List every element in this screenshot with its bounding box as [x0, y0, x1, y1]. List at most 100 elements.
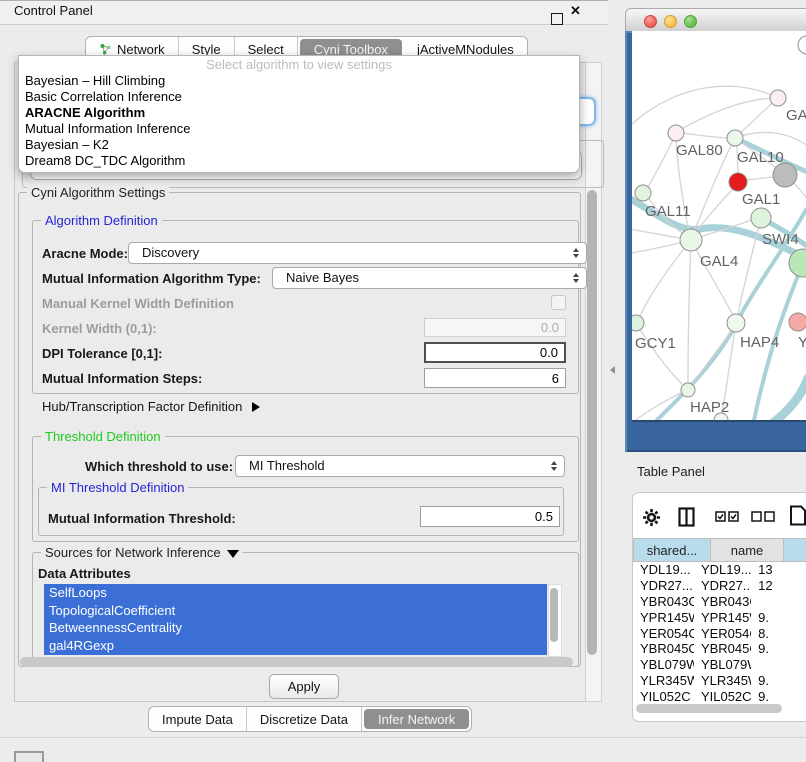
table-row[interactable]: YDR27...YDR27...12: [633, 578, 806, 594]
attribute-item-topologicalcoefficient[interactable]: TopologicalCoefficient: [44, 602, 547, 620]
horizontal-scrollbar-thumb[interactable]: [20, 657, 573, 667]
mi-type-value: Naive Bayes: [286, 270, 359, 285]
zoom-traffic-light-icon[interactable]: [684, 15, 697, 28]
table-cell: YLR345W: [694, 673, 751, 688]
network-edge: [684, 133, 727, 138]
function-builder-icon[interactable]: [789, 505, 806, 526]
float-panel-icon[interactable]: [551, 13, 563, 25]
network-node[interactable]: [751, 208, 771, 228]
network-window-titlebar[interactable]: [625, 8, 806, 33]
attribute-item-betweennesscentrality[interactable]: BetweennessCentrality: [44, 619, 547, 637]
network-edge: [692, 323, 736, 384]
aracne-mode-value: Discovery: [142, 245, 199, 260]
mi-threshold-field[interactable]: [420, 506, 560, 527]
network-node-label: GCY1: [635, 335, 676, 352]
table-cell: YER054C: [633, 626, 694, 641]
unchecked-checkboxes-icon[interactable]: [751, 511, 775, 522]
table-cell: YBR043C: [694, 594, 751, 609]
algorithm-option-bayesian-k2[interactable]: Bayesian – K2: [19, 137, 579, 153]
table-row[interactable]: YBL079WYBL079W: [633, 657, 806, 673]
network-node[interactable]: [635, 185, 651, 201]
algorithm-option-mutual-information-inference[interactable]: Mutual Information Inference: [19, 121, 579, 137]
algorithm-dropdown-prompt: Select algorithm to view settings: [19, 56, 579, 73]
sources-title[interactable]: Sources for Network Inference: [41, 545, 243, 560]
gear-icon[interactable]: [642, 508, 661, 527]
network-node[interactable]: [770, 90, 786, 106]
table-cell: YPR145W: [694, 610, 751, 625]
algorithm-option-aracne-algorithm[interactable]: ARACNE Algorithm: [19, 105, 579, 121]
table-row[interactable]: YPR145WYPR145W9.: [633, 609, 806, 625]
mi-threshold-label: Mutual Information Threshold:: [48, 511, 236, 526]
network-node[interactable]: [681, 383, 695, 397]
table-row[interactable]: YBR045CYBR045C9.: [633, 641, 806, 657]
algorithm-definition-title: Algorithm Definition: [41, 213, 162, 228]
table-cell: 12: [751, 578, 806, 593]
table-panel-title: Table Panel: [637, 464, 705, 479]
algorithm-option-bayesian-hill-climbing[interactable]: Bayesian – Hill Climbing: [19, 73, 579, 89]
network-node[interactable]: [789, 313, 806, 331]
close-traffic-light-icon[interactable]: [644, 15, 657, 28]
algorithm-option-dream8-dc-tdc-algorithm[interactable]: Dream8 DC_TDC Algorithm: [19, 153, 579, 169]
tab-label: Discretize Data: [260, 712, 348, 727]
tab-discretize-data[interactable]: Discretize Data: [247, 707, 362, 731]
network-node[interactable]: [632, 315, 644, 331]
attribute-item-gal4rgexp[interactable]: gal4RGexp: [44, 637, 547, 655]
table-cell: YDL19...: [633, 562, 694, 577]
network-node[interactable]: [668, 125, 684, 141]
network-node[interactable]: [798, 36, 806, 54]
table-row[interactable]: YLR345WYLR345W9.: [633, 673, 806, 689]
table-header-row: shared...nameA: [633, 538, 806, 562]
mi-type-combo[interactable]: Naive Bayes: [272, 267, 587, 289]
mi-steps-field[interactable]: [424, 368, 566, 388]
manual-kernel-checkbox[interactable]: [551, 295, 566, 310]
aracne-mode-combo[interactable]: Discovery: [128, 242, 587, 264]
tab-infer-network[interactable]: Infer Network: [364, 709, 469, 729]
table-row[interactable]: YIL052CYIL052C9.: [633, 688, 806, 704]
table-cell: YDR27...: [694, 578, 751, 593]
network-node-label: GAL80: [676, 142, 723, 159]
algorithm-dropdown-popup: Select algorithm to view settings Bayesi…: [18, 55, 580, 173]
table-cell: YBR045C: [694, 641, 751, 656]
kernel-width-field[interactable]: [424, 318, 566, 337]
network-edge: [648, 133, 676, 187]
network-edge: [760, 378, 806, 420]
network-node[interactable]: [680, 229, 702, 251]
network-node-label: Y: [798, 334, 806, 351]
vertical-scrollbar-thumb[interactable]: [587, 190, 597, 655]
minimize-traffic-light-icon[interactable]: [664, 15, 677, 28]
network-node-label: GAL11: [645, 203, 691, 220]
list-scrollbar-thumb[interactable]: [550, 588, 558, 642]
split-collapse-handle-icon[interactable]: [610, 366, 615, 374]
attribute-item-selfloops[interactable]: SelfLoops: [44, 584, 547, 602]
column-header-shared[interactable]: shared...: [633, 538, 711, 562]
network-node[interactable]: [727, 130, 743, 146]
column-header-name[interactable]: name: [711, 538, 784, 562]
data-attributes-list[interactable]: SelfLoopsTopologicalCoefficientBetweenne…: [44, 584, 547, 655]
network-window-frame: GALGAL80GAL10GAL1GAL11SWI4GAL4GCY1HAP4YH…: [625, 31, 806, 452]
table-cell: YER054C: [694, 626, 751, 641]
tab-impute-data[interactable]: Impute Data: [149, 707, 247, 731]
network-node[interactable]: [773, 163, 797, 187]
minimized-panel-icon[interactable]: [14, 751, 44, 762]
columns-icon[interactable]: [678, 507, 695, 527]
network-node[interactable]: [727, 314, 745, 332]
which-threshold-combo[interactable]: MI Threshold: [235, 455, 565, 477]
table-row[interactable]: YDL19...YDL19...13: [633, 562, 806, 578]
table-cell: YBR045C: [633, 641, 694, 656]
close-icon[interactable]: ✕: [570, 3, 581, 19]
network-canvas[interactable]: GALGAL80GAL10GAL1GAL11SWI4GAL4GCY1HAP4YH…: [632, 31, 806, 422]
column-header-a[interactable]: A: [784, 538, 806, 562]
network-node[interactable]: [729, 173, 747, 191]
checked-checkboxes-icon[interactable]: [715, 511, 739, 522]
table-cell: 9.: [751, 641, 806, 656]
hub-factor-expander[interactable]: Hub/Transcription Factor Definition: [42, 399, 260, 414]
table-horizontal-scrollbar[interactable]: [636, 704, 782, 713]
divider: [0, 737, 806, 738]
table-row[interactable]: YBR043CYBR043C: [633, 594, 806, 610]
dpi-tolerance-field[interactable]: [424, 342, 566, 363]
algorithm-option-basic-correlation-inference[interactable]: Basic Correlation Inference: [19, 89, 579, 105]
table-row[interactable]: YER054CYER054C8.: [633, 625, 806, 641]
manual-kernel-label: Manual Kernel Width Definition: [42, 296, 234, 311]
network-node-label: HAP2: [690, 399, 729, 416]
apply-button[interactable]: Apply: [269, 674, 339, 699]
